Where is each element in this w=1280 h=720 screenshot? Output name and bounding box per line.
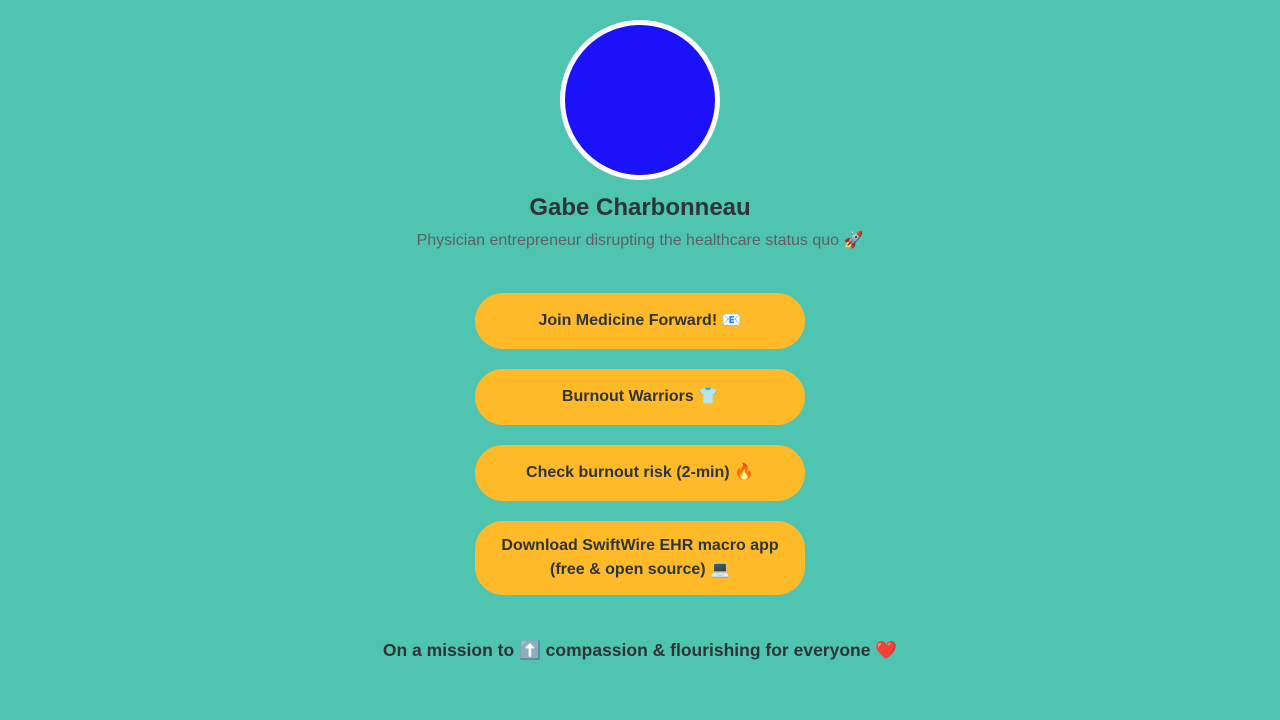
profile-bio: Physician entrepreneur disrupting the he…: [416, 232, 864, 249]
profile-page: Gabe Charbonneau Physician entrepreneur …: [0, 0, 1280, 720]
avatar: [560, 20, 720, 180]
link-button-burnout-warriors[interactable]: Burnout Warriors 👕: [475, 369, 805, 425]
mission-statement: On a mission to ⬆️ compassion & flourish…: [382, 640, 898, 660]
link-button-swiftwire-download[interactable]: Download SwiftWire EHR macro app (free &…: [475, 521, 805, 595]
link-button-medicine-forward[interactable]: Join Medicine Forward! 📧: [475, 293, 805, 349]
link-button-burnout-risk[interactable]: Check burnout risk (2-min) 🔥: [475, 445, 805, 501]
profile-name: Gabe Charbonneau: [529, 194, 751, 221]
link-list: Join Medicine Forward! 📧 Burnout Warrior…: [475, 293, 805, 615]
